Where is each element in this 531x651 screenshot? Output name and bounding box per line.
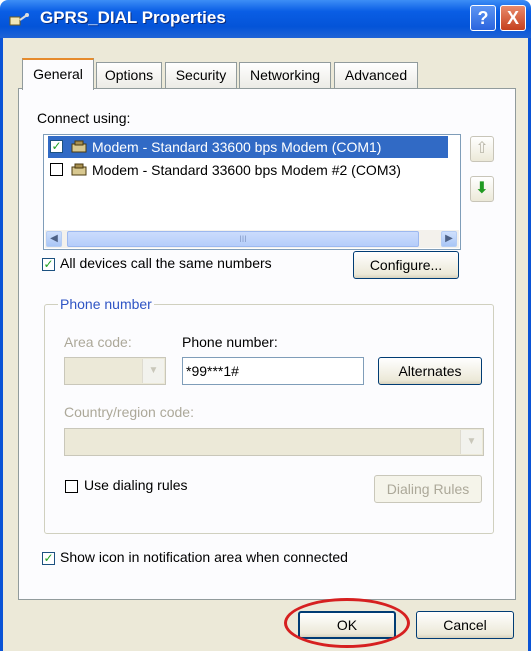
cancel-button[interactable]: Cancel [416, 611, 514, 639]
window-title: GPRS_DIAL Properties [40, 8, 226, 27]
alternates-button[interactable]: Alternates [378, 357, 482, 385]
device-checkbox[interactable]: ✓ [50, 140, 63, 153]
tab-general[interactable]: General [22, 58, 94, 90]
country-code-label: Country/region code: [64, 404, 194, 420]
title-bar[interactable]: GPRS_DIAL Properties ? X [0, 0, 531, 38]
move-down-button[interactable]: ⬇ [470, 176, 494, 202]
all-devices-checkbox[interactable]: ✓ [42, 258, 55, 271]
device-list[interactable]: ✓ Modem - Standard 33600 bps Modem (COM1… [43, 134, 461, 250]
tab-advanced[interactable]: Advanced [334, 62, 418, 88]
phone-number-group-label: Phone number [58, 296, 154, 312]
phone-number-input[interactable]: *99***1# [182, 357, 364, 385]
horizontal-scrollbar[interactable]: ◀ III ▶ [45, 230, 459, 248]
ok-highlight-circle [284, 598, 410, 648]
scroll-left-icon[interactable]: ◀ [46, 231, 62, 247]
tab-options[interactable]: Options [96, 62, 162, 88]
show-icon-label: Show icon in notification area when conn… [60, 549, 348, 565]
help-button[interactable]: ? [470, 5, 496, 31]
close-button[interactable]: X [500, 5, 526, 31]
modem-icon [71, 140, 87, 153]
arrow-down-icon: ⬇ [475, 180, 489, 197]
chevron-down-icon: ▼ [142, 359, 164, 383]
use-dialing-rules-checkbox[interactable] [65, 480, 78, 493]
phone-number-label: Phone number: [182, 334, 278, 350]
area-code-label: Area code: [64, 334, 132, 350]
configure-button[interactable]: Configure... [353, 251, 459, 279]
country-code-combo: ▼ [64, 428, 484, 456]
list-item[interactable]: Modem - Standard 33600 bps Modem #2 (COM… [48, 159, 448, 181]
network-connection-icon [9, 13, 29, 26]
move-up-button[interactable]: ⇧ [470, 136, 494, 162]
modem-icon [71, 163, 87, 176]
device-label: Modem - Standard 33600 bps Modem #2 (COM… [92, 162, 401, 178]
dialing-rules-button: Dialing Rules [374, 475, 482, 503]
chevron-down-icon: ▼ [460, 430, 482, 454]
properties-window: GPRS_DIAL Properties ? X General Options… [0, 0, 531, 651]
all-devices-label: All devices call the same numbers [60, 255, 272, 271]
list-item[interactable]: ✓ Modem - Standard 33600 bps Modem (COM1… [48, 136, 448, 158]
tab-security[interactable]: Security [165, 62, 237, 88]
tab-networking[interactable]: Networking [239, 62, 331, 88]
area-code-combo: ▼ [64, 357, 166, 385]
show-icon-checkbox[interactable]: ✓ [42, 552, 55, 565]
scroll-thumb[interactable]: III [67, 231, 419, 247]
scroll-right-icon[interactable]: ▶ [441, 231, 457, 247]
use-dialing-rules-label: Use dialing rules [84, 477, 188, 493]
connect-using-label: Connect using: [37, 110, 131, 126]
device-label: Modem - Standard 33600 bps Modem (COM1) [92, 139, 382, 155]
arrow-up-icon: ⇧ [475, 140, 489, 157]
device-checkbox[interactable] [50, 163, 63, 176]
